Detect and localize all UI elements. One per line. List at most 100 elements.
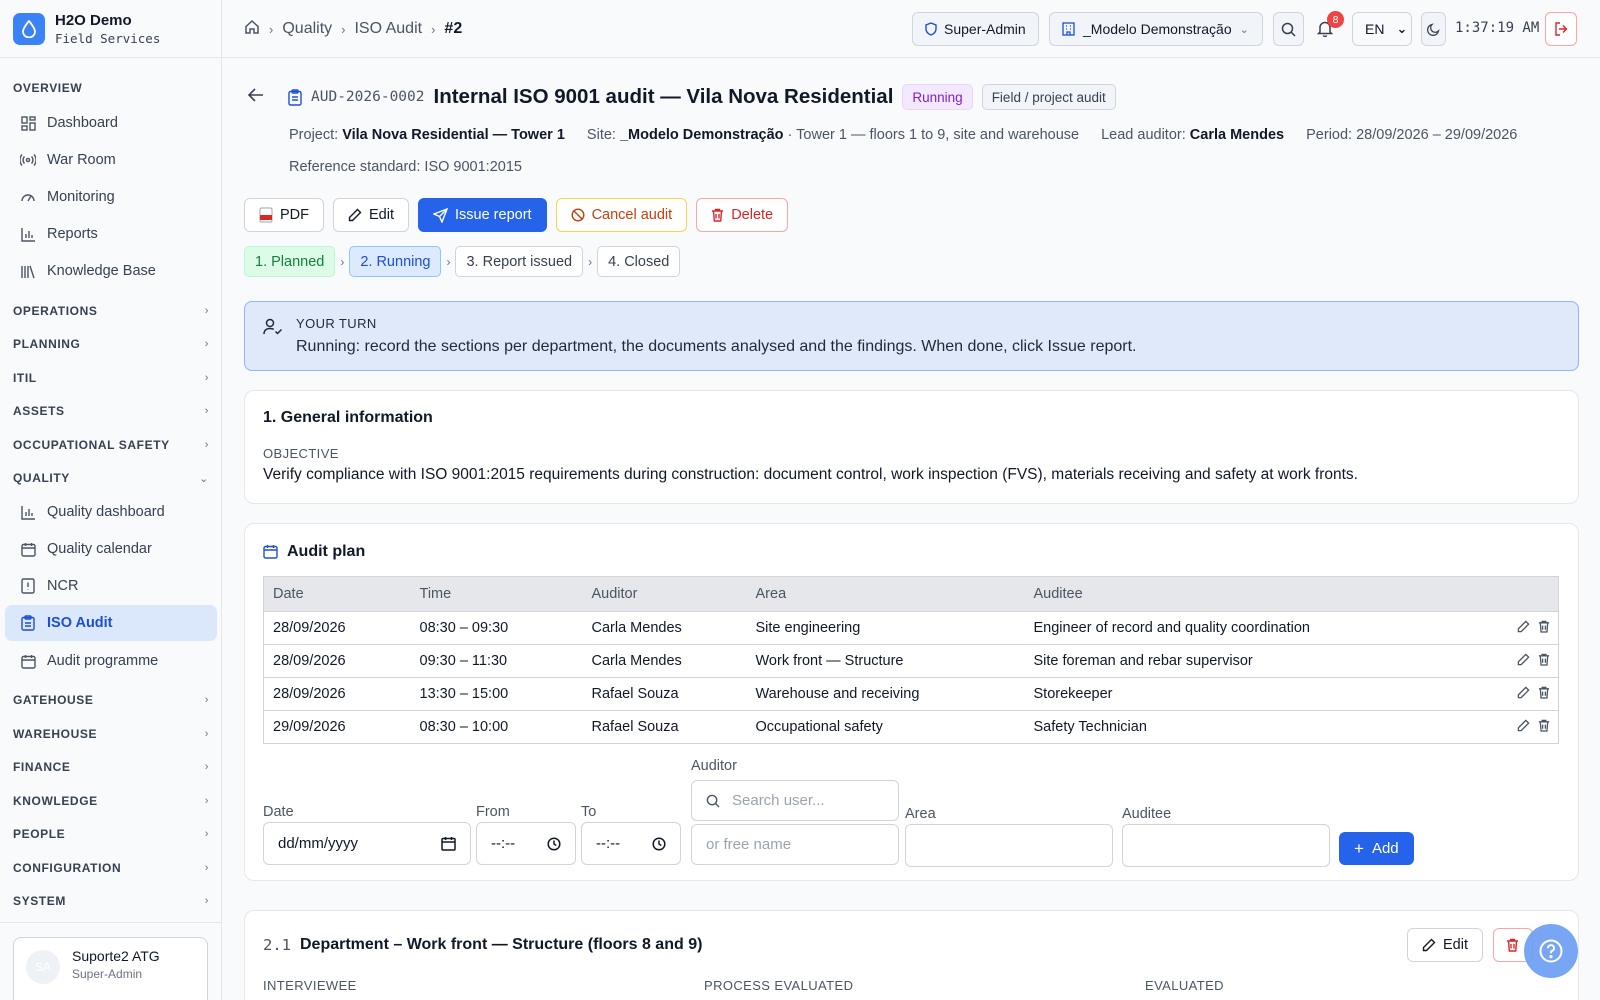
nav-group-itil[interactable]: ITIL › <box>13 371 209 385</box>
search-button[interactable] <box>1273 12 1304 46</box>
auditee-label: Auditee <box>1122 806 1172 822</box>
language-select[interactable]: EN ⌄ <box>1352 12 1412 46</box>
from-time-placeholder: --:-- <box>491 835 516 852</box>
nav-group-warehouse[interactable]: WAREHOUSE › <box>13 727 209 741</box>
clock-icon <box>652 836 666 851</box>
edit-button[interactable]: Edit <box>333 198 409 232</box>
row-actions <box>1424 611 1559 645</box>
home-icon[interactable] <box>244 19 260 40</box>
chevron-right-icon: › <box>204 828 209 840</box>
audit-period: Period: 28/09/2026 – 29/09/2026 <box>1306 127 1518 143</box>
nav-group-planning[interactable]: PLANNING › <box>13 337 209 351</box>
pencil-icon <box>348 208 362 222</box>
brand-title: H2O Demo <box>55 11 132 29</box>
nav-group-quality[interactable]: QUALITY ⌄ <box>13 471 209 485</box>
auditee-input[interactable] <box>1122 824 1330 867</box>
breadcrumb-quality[interactable]: Quality <box>282 20 332 38</box>
plus-icon: + <box>1354 838 1364 858</box>
sidebar-item-audit-programme[interactable]: Audit programme <box>5 643 217 679</box>
user-card[interactable]: SA Suporte2 ATG Super-Admin <box>13 937 208 1000</box>
logout-icon <box>1554 22 1569 36</box>
trash-icon[interactable] <box>1538 719 1550 736</box>
sidebar-item-quality-dashboard[interactable]: Quality dashboard <box>5 494 217 530</box>
pencil-icon[interactable] <box>1517 685 1530 703</box>
tenant-selector[interactable]: _Modelo Demonstração ⌄ <box>1049 12 1263 46</box>
logout-button[interactable] <box>1545 12 1577 46</box>
table-row: 28/09/2026 09:30 – 11:30 Carla Mendes Wo… <box>263 644 1559 678</box>
sidebar-item-dashboard[interactable]: Dashboard <box>5 105 217 141</box>
nav-group-occupational-safety[interactable]: OCCUPATIONAL SAFETY › <box>13 438 209 452</box>
nav-group-finance[interactable]: FINANCE › <box>13 760 209 774</box>
main-content: AUD-2026-0002 Internal ISO 9001 audit — … <box>222 58 1600 1000</box>
alert-file-icon <box>19 577 37 595</box>
auditor-free-name-input[interactable]: or free name <box>691 824 899 865</box>
date-input[interactable]: dd/mm/yyyy <box>263 822 471 865</box>
nav-group-gatehouse[interactable]: GATEHOUSE › <box>13 693 209 707</box>
breadcrumb-current: #2 <box>444 20 463 37</box>
cell-date: 28/09/2026 <box>263 677 411 711</box>
nav-group-people[interactable]: PEOPLE › <box>13 827 209 841</box>
chevron-right-icon: › <box>204 895 209 907</box>
help-button[interactable] <box>1524 924 1578 978</box>
chevron-right-icon: › <box>204 761 209 773</box>
back-arrow-icon[interactable] <box>247 88 264 105</box>
chevron-right-icon: › <box>204 338 209 350</box>
pencil-icon[interactable] <box>1517 652 1530 670</box>
add-button-label: Add <box>1371 840 1399 857</box>
sidebar-item-label: ISO Audit <box>47 615 113 631</box>
sidebar-item-label: Monitoring <box>47 189 115 205</box>
pencil-icon[interactable] <box>1517 718 1530 736</box>
nav-group-operations[interactable]: OPERATIONS › <box>13 304 209 318</box>
date-label: Date <box>263 804 294 820</box>
pdf-button[interactable]: PDF <box>244 198 324 232</box>
clock: 1:37:19 AM <box>1455 20 1540 36</box>
grid-icon <box>19 114 37 132</box>
sidebar-item-quality-calendar[interactable]: Quality calendar <box>5 531 217 567</box>
trash-icon[interactable] <box>1538 620 1550 637</box>
user-name: Suporte2 ATG <box>72 948 160 964</box>
department-edit-button[interactable]: Edit <box>1407 928 1483 962</box>
sidebar-item-label: Quality dashboard <box>47 504 165 520</box>
role-button[interactable]: Super-Admin <box>912 12 1039 46</box>
sidebar-item-monitoring[interactable]: Monitoring <box>5 179 217 215</box>
lead-auditor-value: Carla Mendes <box>1189 127 1285 143</box>
brand[interactable]: H2O Demo Field Services <box>0 0 221 58</box>
nav-group-configuration[interactable]: CONFIGURATION › <box>13 861 209 875</box>
breadcrumb-iso-audit[interactable]: ISO Audit <box>354 20 422 38</box>
nav-group-assets[interactable]: ASSETS › <box>13 404 209 418</box>
to-time-input[interactable]: --:-- <box>581 822 681 865</box>
pencil-icon[interactable] <box>1517 619 1530 637</box>
add-plan-row-button[interactable]: + Add <box>1339 832 1414 865</box>
delete-button[interactable]: Delete <box>696 198 789 232</box>
general-information-title: 1. General information <box>263 409 433 426</box>
chevron-right-icon: › <box>204 728 209 740</box>
calendar-icon <box>19 540 37 558</box>
sidebar-item-knowledge-base[interactable]: Knowledge Base <box>5 253 217 289</box>
trash-icon[interactable] <box>1538 686 1550 703</box>
sidebar-item-reports[interactable]: Reports <box>5 216 217 252</box>
audit-type-badge: Field / project audit <box>981 84 1116 110</box>
audit-plan-title: Audit plan <box>287 543 366 560</box>
sidebar-item-war-room[interactable]: War Room <box>5 142 217 178</box>
from-time-input[interactable]: --:-- <box>476 822 576 865</box>
avatar: SA <box>26 950 60 984</box>
area-input[interactable] <box>905 824 1113 867</box>
nav-group-knowledge[interactable]: KNOWLEDGE › <box>13 794 209 808</box>
sidebar-divider <box>0 922 222 923</box>
sidebar-item-iso-audit[interactable]: ISO Audit <box>5 605 217 641</box>
table-row: 28/09/2026 13:30 – 15:00 Rafael Souza Wa… <box>263 677 1559 711</box>
chevron-down-icon: ⌄ <box>1396 21 1408 36</box>
cell-time: 08:30 – 10:00 <box>410 710 583 744</box>
nav-group-system[interactable]: SYSTEM › <box>13 894 209 908</box>
chevron-right-icon: › <box>204 694 209 706</box>
project-value: Vila Nova Residential — Tower 1 <box>342 127 565 143</box>
sidebar-item-ncr[interactable]: NCR <box>5 568 217 604</box>
notifications-button[interactable]: 8 <box>1317 11 1344 37</box>
issue-report-button[interactable]: Issue report <box>418 198 547 232</box>
theme-toggle[interactable] <box>1421 12 1446 46</box>
auditor-search-input[interactable]: Search user... <box>691 780 899 821</box>
pdf-file-icon <box>259 207 273 223</box>
trash-icon[interactable] <box>1538 653 1550 670</box>
delete-button-label: Delete <box>731 207 774 223</box>
cancel-audit-button[interactable]: Cancel audit <box>555 198 688 232</box>
